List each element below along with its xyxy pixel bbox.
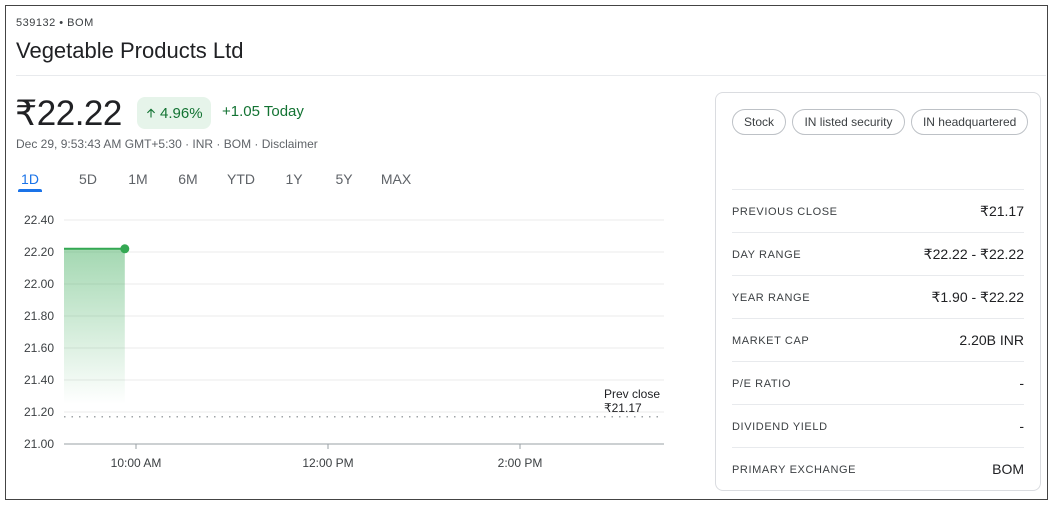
chip-in-headquartered[interactable]: IN headquartered [910,109,1029,135]
y-tick-label: 21.80 [24,309,54,323]
stat-value: - [1019,418,1024,434]
stat-value: 2.20B INR [959,332,1024,348]
y-tick-label: 21.00 [24,437,54,451]
y-tick-label: 22.40 [24,213,54,227]
y-tick-label: 21.40 [24,373,54,387]
prev-close-label: Prev close [604,387,660,401]
x-tick-label: 12:00 PM [302,456,353,470]
chip-stock[interactable]: Stock [732,109,787,135]
stat-row-day-range: DAY RANGE ₹22.22 - ₹22.22 [732,232,1024,275]
tab-1d[interactable]: 1D [16,169,44,192]
y-tick-label: 22.20 [24,245,54,259]
stats-table: PREVIOUS CLOSE ₹21.17 DAY RANGE ₹22.22 -… [732,189,1024,490]
stat-label: PRIMARY EXCHANGE [732,464,857,476]
stat-row-pe-ratio: P/E RATIO - [732,361,1024,404]
stat-row-dividend-yield: DIVIDEND YIELD - [732,404,1024,447]
stat-label: DAY RANGE [732,249,802,261]
range-tabs: 1D 5D 1M 6M YTD 1Y 5Y MAX [16,169,421,192]
tab-5y[interactable]: 5Y [321,169,367,191]
tab-ytd[interactable]: YTD [215,169,267,191]
y-tick-label: 22.00 [24,277,54,291]
price-area [64,248,125,404]
chip-in-listed[interactable]: IN listed security [792,109,905,135]
change-percent-badge: 4.96% [137,97,211,129]
stat-row-previous-close: PREVIOUS CLOSE ₹21.17 [732,189,1024,232]
stat-label: PREVIOUS CLOSE [732,206,838,218]
stat-value: BOM [992,461,1024,477]
stat-label: YEAR RANGE [732,292,811,304]
y-tick-label: 21.20 [24,405,54,419]
tab-5d[interactable]: 5D [65,169,111,191]
y-tick-label: 21.60 [24,341,54,355]
stat-value: ₹1.90 - ₹22.22 [931,288,1024,305]
tab-1y[interactable]: 1Y [271,169,317,191]
tab-max[interactable]: MAX [371,169,421,191]
quote-meta: Dec 29, 9:53:43 AM GMT+5:30 · INR · BOM … [16,137,318,151]
classification-chips: Stock IN listed security IN headquartere… [732,109,1032,143]
stat-label: MARKET CAP [732,335,810,347]
tab-6m[interactable]: 6M [165,169,211,191]
stat-label: P/E RATIO [732,378,791,390]
company-name: Vegetable Products Ltd [16,38,244,63]
stat-label: DIVIDEND YIELD [732,421,828,433]
prev-close-value: ₹21.17 [604,401,642,415]
x-tick-label: 2:00 PM [498,456,543,470]
key-stats-card: Stock IN listed security IN headquartere… [715,92,1041,491]
x-tick-label: 10:00 AM [111,456,162,470]
price-chart[interactable]: 22.40 22.20 22.00 21.80 21.60 21.40 21.20 21.00… [6,206,706,500]
header-divider [16,75,1046,76]
change-absolute: +1.05 Today [222,103,304,120]
tab-1m[interactable]: 1M [115,169,161,191]
stock-panel: 539132 • BOM Vegetable Products Ltd ₹22.… [5,5,1048,500]
change-percent: 4.96% [160,104,203,122]
stat-row-primary-exchange: PRIMARY EXCHANGE BOM [732,447,1024,490]
stat-row-year-range: YEAR RANGE ₹1.90 - ₹22.22 [732,275,1024,318]
ticker-symbol: 539132 • BOM [16,17,94,29]
current-price-dot [120,244,130,254]
current-price: ₹22.22 [15,94,122,133]
stat-value: ₹21.17 [980,202,1024,219]
arrow-up-icon [147,108,155,118]
stat-row-market-cap: MARKET CAP 2.20B INR [732,318,1024,361]
stat-value: - [1019,375,1024,391]
stat-value: ₹22.22 - ₹22.22 [923,245,1024,262]
